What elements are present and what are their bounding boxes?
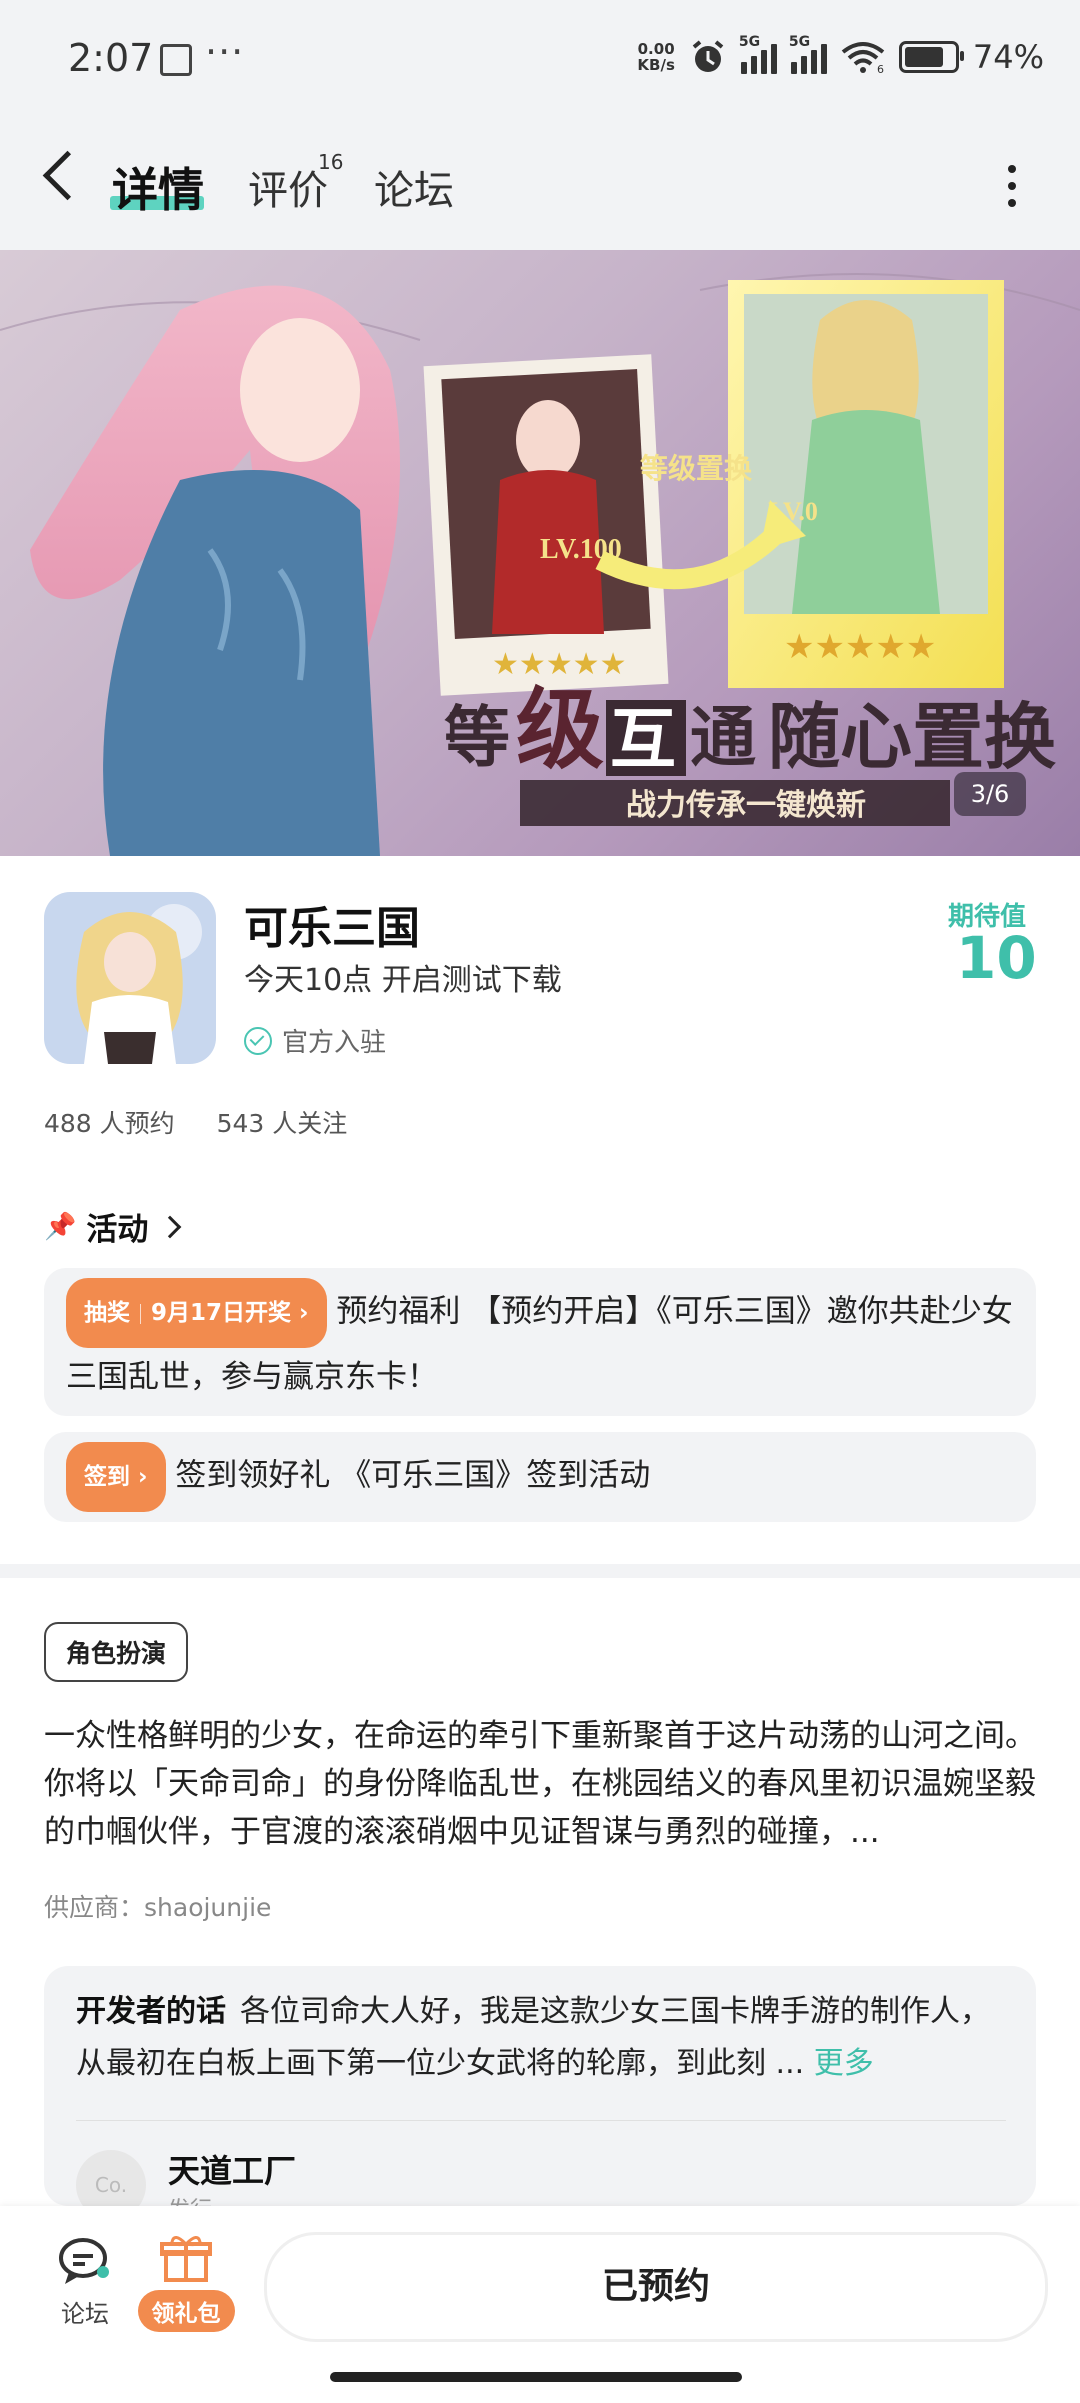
review-count-badge: 16 — [318, 150, 344, 174]
svg-text:战力传承一键焕新: 战力传承一键焕新 — [626, 789, 866, 822]
checkin-text: 签到领好礼 《可乐三国》签到活动 — [175, 1457, 651, 1494]
banner-card-left: LV.100 ★★★★★ — [423, 354, 669, 696]
verified-check-icon — [244, 1026, 272, 1055]
follower-count: 543 人关注 — [216, 1109, 348, 1138]
activity-card-lottery[interactable]: 抽奖 9月17日开奖 › 预约福利 【预约开启】《可乐三国》邀你共赴少女三国乱世，… — [44, 1268, 1036, 1416]
svg-text:6: 6 — [877, 63, 884, 74]
developer-note-card[interactable]: 开发者的话 各位司命大人好，我是这款少女三国卡牌手游的制作人，从最初在白板上画下第… — [44, 1966, 1036, 2206]
developer-avatar[interactable]: Co. — [76, 2150, 146, 2206]
genre-tag[interactable]: 角色扮演 — [44, 1622, 189, 1682]
banner-card-right: LV.0 ★★★★★ — [728, 280, 1004, 688]
official-badge: 官方入驻 — [244, 1022, 386, 1059]
developer-role: 发行 — [168, 2192, 212, 2206]
game-description[interactable]: 一众性格鲜明的少女，在命运的牵引下重新聚首于这片动荡的山河之间。你将以「天命司命… — [44, 1712, 1038, 1856]
more-link[interactable]: 更多 — [814, 2046, 874, 2081]
tab-forum[interactable]: 论坛 — [374, 158, 454, 216]
screenshot-icon — [160, 44, 192, 76]
home-indicator[interactable] — [330, 2372, 742, 2382]
clock: 2:07 — [68, 36, 154, 80]
svg-text:级: 级 — [516, 683, 604, 780]
signal-icon-2: 5G — [789, 34, 827, 74]
lottery-pill: 抽奖 9月17日开奖 › — [66, 1278, 327, 1348]
tab-reviews[interactable]: 评价 — [248, 158, 328, 216]
app-test-info: 今天10点 开启测试下载 — [244, 963, 562, 998]
forum-button[interactable]: 论坛 — [50, 2236, 120, 2329]
activities-header[interactable]: 📌 活动 — [44, 1204, 182, 1249]
banner-artwork: LV.100 ★★★★★ LV.0 ★★★★★ 等级置换 「 等 级 互 通 随… — [0, 273, 1080, 856]
reservation-count: 488 人预约 — [44, 1109, 175, 1138]
signal-icon-1: 5G — [739, 34, 777, 74]
svg-text:★★★★★: ★★★★★ — [784, 627, 936, 667]
app-name: 可乐三国 — [244, 903, 420, 954]
app-icon — [44, 892, 216, 1064]
status-bar: 2:07 ··· 0.00 KB/s 5G 5G 6 74% — [0, 0, 1080, 120]
developer-divider — [76, 2120, 1006, 2121]
svg-text:通: 通 — [690, 702, 756, 775]
activity-card-checkin[interactable]: 签到 › 签到领好礼 《可乐三国》签到活动 — [44, 1432, 1036, 1522]
gift-icon — [160, 2236, 212, 2282]
svg-text:等级置换: 等级置换 — [640, 452, 753, 485]
developer-name[interactable]: 天道工厂 — [168, 2146, 296, 2192]
chevron-right-icon — [159, 1215, 182, 1238]
forum-chat-icon — [59, 2238, 109, 2284]
status-icons: 0.00 KB/s 5G 5G 6 74% — [637, 34, 1044, 76]
checkin-pill: 签到 › — [66, 1442, 166, 1512]
carousel-counter: 3/6 — [954, 772, 1026, 816]
tab-details[interactable]: 详情 — [112, 154, 204, 220]
battery-icon — [898, 41, 964, 73]
svg-text:★★★★★: ★★★★★ — [492, 647, 626, 682]
section-divider — [0, 1564, 1080, 1578]
network-speed: 0.00 KB/s — [637, 40, 675, 74]
pin-icon: 📌 — [44, 1211, 77, 1242]
battery-percent: 74% — [972, 38, 1044, 76]
gift-pack-button[interactable]: 领礼包 — [134, 2232, 238, 2332]
developer-note: 开发者的话 各位司命大人好，我是这款少女三国卡牌手游的制作人，从最初在白板上画下第… — [76, 1994, 990, 2081]
wifi-icon: 6 — [841, 42, 885, 74]
svg-text:互: 互 — [610, 704, 676, 777]
more-menu-icon[interactable] — [1008, 165, 1016, 216]
svg-text:等: 等 — [444, 702, 510, 775]
alarm-icon — [692, 40, 724, 72]
reserved-button[interactable]: 已预约 — [264, 2232, 1048, 2342]
more-notifications-icon: ··· — [205, 30, 245, 74]
app-stats: 488 人预约 543 人关注 — [44, 1104, 381, 1140]
screenshot-carousel[interactable]: LV.100 ★★★★★ LV.0 ★★★★★ 等级置换 「 等 级 互 通 随… — [0, 250, 1080, 856]
supplier-info: 供应商：shaojunjie — [44, 1893, 272, 1922]
svg-text:随心置换: 随心置换 — [768, 698, 1056, 778]
expectation-value: 10 — [956, 924, 1037, 992]
